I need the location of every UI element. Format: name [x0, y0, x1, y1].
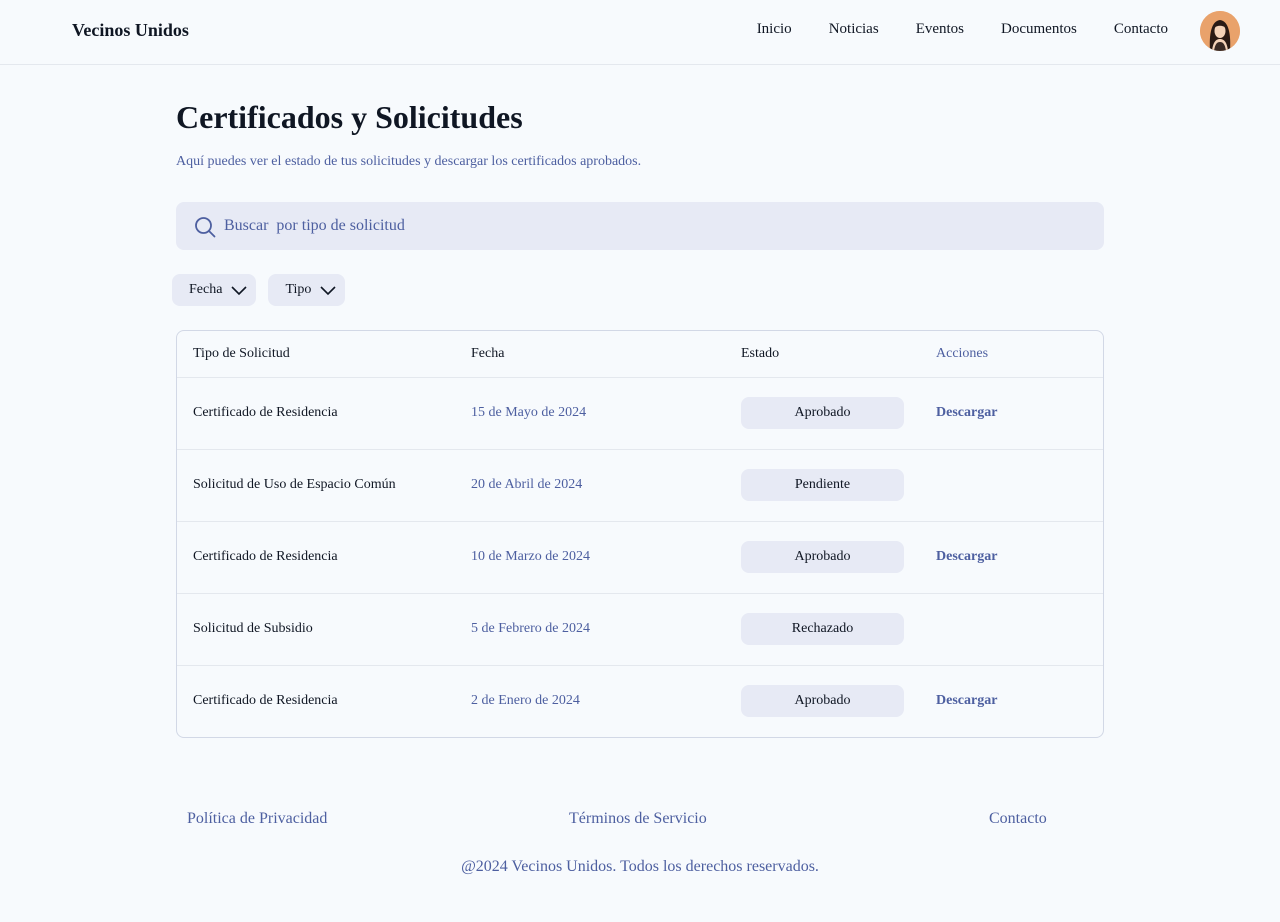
header-acciones: Acciones — [920, 331, 1103, 378]
cell-date: 20 de Abril de 2024 — [455, 449, 725, 522]
nav-inicio[interactable]: Inicio — [757, 21, 792, 38]
chevron-down-icon — [320, 286, 336, 296]
cell-date: 5 de Febrero de 2024 — [455, 593, 725, 666]
header-fecha: Fecha — [455, 331, 725, 378]
chevron-down-icon — [231, 286, 248, 296]
cell-status: Rechazado — [725, 593, 920, 666]
cell-status: Pendiente — [725, 449, 920, 522]
requests-table: Tipo de Solicitud Fecha Estado Acciones … — [176, 330, 1104, 738]
search-bar[interactable] — [176, 202, 1104, 250]
nav-contacto[interactable]: Contacto — [1114, 21, 1168, 38]
filter-fecha-dropdown[interactable]: Fecha — [172, 274, 257, 306]
cell-type: Certificado de Residencia — [177, 521, 455, 594]
cell-date: 15 de Mayo de 2024 — [455, 377, 725, 450]
cell-date: 2 de Enero de 2024 — [471, 693, 580, 709]
main-nav: Inicio Noticias Eventos Documentos Conta… — [757, 21, 1168, 38]
cell-type: Solicitud de Uso de Espacio Común — [177, 449, 455, 522]
search-icon — [195, 217, 216, 238]
copyright-text: @2024 Vecinos Unidos. Todos los derechos… — [461, 858, 819, 875]
nav-eventos[interactable]: Eventos — [916, 21, 964, 38]
table-header-row: Tipo de Solicitud Fecha Estado Acciones — [177, 331, 1103, 378]
cell-action — [920, 593, 1103, 666]
nav-noticias[interactable]: Noticias — [829, 21, 879, 38]
page-subtitle: Aquí puedes ver el estado de tus solicit… — [176, 154, 642, 169]
footer-link-terms[interactable]: Términos de Servicio — [569, 810, 707, 828]
download-link[interactable]: Descargar — [936, 549, 997, 564]
footer-link-privacy[interactable]: Política de Privacidad — [187, 810, 327, 828]
cell-type: Certificado de Residencia — [177, 377, 455, 450]
cell-status: Aprobado — [725, 377, 920, 450]
table-row: Certificado de Residencia 2 de Enero de … — [177, 665, 1103, 737]
cell-type: Solicitud de Subsidio — [177, 593, 455, 666]
table-row: Solicitud de Uso de Espacio Común 20 de … — [177, 449, 1103, 522]
header-tipo: Tipo de Solicitud — [177, 331, 455, 378]
cell-date: 10 de Marzo de 2024 — [455, 521, 725, 594]
cell-status: Aprobado — [725, 665, 920, 737]
nav-documentos[interactable]: Documentos — [1001, 21, 1077, 38]
status-badge: Aprobado — [741, 397, 904, 429]
page-title: Certificados y Solicitudes — [176, 99, 523, 135]
filter-tipo-label: Tipo — [285, 282, 312, 297]
user-avatar[interactable] — [1200, 11, 1240, 51]
filter-tipo-dropdown[interactable]: Tipo — [268, 274, 346, 306]
filter-fecha-label: Fecha — [189, 282, 223, 297]
download-link[interactable]: Descargar — [936, 693, 997, 708]
table-row: Certificado de Residencia 10 de Marzo de… — [177, 521, 1103, 594]
download-link[interactable]: Descargar — [936, 405, 997, 420]
header-estado: Estado — [725, 331, 920, 378]
cell-type: Certificado de Residencia — [193, 693, 338, 709]
search-input[interactable] — [224, 202, 1084, 250]
top-navigation-bar: Vecinos Unidos Inicio Noticias Eventos D… — [0, 0, 1280, 65]
status-badge: Aprobado — [741, 685, 904, 718]
filter-bar: Fecha Tipo — [172, 274, 346, 306]
cell-status: Aprobado — [725, 521, 920, 594]
cell-action: Descargar — [920, 665, 1103, 737]
cell-action: Descargar — [920, 377, 1103, 450]
brand-name[interactable]: Vecinos Unidos — [72, 20, 189, 41]
table-row: Certificado de Residencia 15 de Mayo de … — [177, 377, 1103, 450]
status-badge: Pendiente — [741, 469, 904, 501]
status-badge: Rechazado — [741, 613, 904, 645]
footer-link-contact[interactable]: Contacto — [989, 810, 1047, 828]
table-row: Solicitud de Subsidio 5 de Febrero de 20… — [177, 593, 1103, 666]
footer-links: Política de Privacidad Términos de Servi… — [0, 810, 1280, 832]
cell-action — [920, 449, 1103, 522]
status-badge: Aprobado — [741, 541, 904, 573]
avatar-portrait-icon — [1200, 11, 1240, 51]
cell-action: Descargar — [920, 521, 1103, 594]
